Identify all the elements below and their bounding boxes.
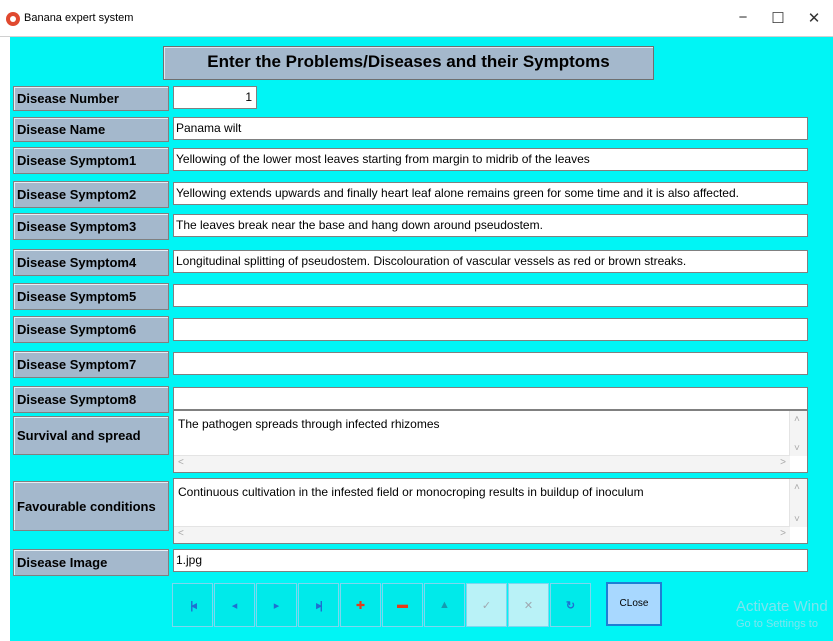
scroll-right-icon[interactable]: ˃ [780, 528, 786, 539]
scroll-down-icon[interactable]: ˅ [794, 514, 800, 525]
next-record-icon: ▸ [273, 599, 280, 612]
symptom2-field[interactable]: Yellowing extends upwards and finally he… [173, 182, 808, 205]
symptom3-field[interactable]: The leaves break near the base and hang … [173, 214, 808, 237]
favourable-vertical-scrollbar[interactable]: ˄ ˅ [789, 479, 807, 527]
activate-windows-subtext: Go to Settings to [736, 618, 818, 630]
app-icon [6, 12, 20, 26]
label-symptom1: Disease Symptom1 [13, 147, 169, 174]
scroll-left-icon[interactable]: ˂ [178, 457, 184, 468]
nav-edit-button[interactable]: ▲ [424, 583, 465, 627]
symptom8-field[interactable] [173, 387, 808, 410]
scroll-right-icon[interactable]: ˃ [780, 457, 786, 468]
activate-windows-watermark: Activate Wind [736, 598, 828, 615]
label-symptom7: Disease Symptom7 [13, 351, 169, 378]
label-symptom8: Disease Symptom8 [13, 386, 169, 413]
post-check-icon: ✓ [481, 599, 492, 612]
nav-cancel-button[interactable]: ✕ [508, 583, 549, 627]
survival-horizontal-scrollbar[interactable]: ˂ ˃ [174, 455, 790, 472]
symptom7-field[interactable] [173, 352, 808, 375]
label-symptom2: Disease Symptom2 [13, 181, 169, 208]
label-symptom5: Disease Symptom5 [13, 283, 169, 310]
db-navigator: |◂ ◂ ▸ ▸| ✚ ▬ ▲ ✓ ✕ ↻ [172, 583, 592, 627]
nav-last-button[interactable]: ▸| [298, 583, 339, 627]
nav-delete-button[interactable]: ▬ [382, 583, 423, 627]
symptom6-field[interactable] [173, 318, 808, 341]
close-button[interactable]: CLose [606, 582, 662, 626]
scroll-left-icon[interactable]: ˂ [178, 528, 184, 539]
label-symptom6: Disease Symptom6 [13, 316, 169, 343]
scroll-up-icon[interactable]: ˄ [794, 414, 800, 425]
prior-record-icon: ◂ [231, 599, 238, 612]
survival-spread-memo[interactable]: The pathogen spreads through infected rh… [173, 410, 808, 473]
favourable-horizontal-scrollbar[interactable]: ˂ ˃ [174, 526, 790, 543]
last-record-icon: ▸| [316, 599, 322, 612]
favourable-conditions-text: Continuous cultivation in the infested f… [178, 485, 644, 499]
refresh-icon: ↻ [565, 599, 576, 612]
minimize-button[interactable]: − [733, 9, 753, 26]
form-header: Enter the Problems/Diseases and their Sy… [163, 46, 654, 80]
nav-next-button[interactable]: ▸ [256, 583, 297, 627]
maximize-button[interactable]: ☐ [768, 9, 788, 27]
survival-spread-text: The pathogen spreads through infected rh… [178, 417, 440, 431]
first-record-icon: |◂ [190, 599, 196, 612]
window-title: Banana expert system [24, 12, 134, 24]
label-symptom4: Disease Symptom4 [13, 249, 169, 276]
label-symptom3: Disease Symptom3 [13, 213, 169, 240]
cancel-x-icon: ✕ [523, 599, 534, 612]
symptom1-field[interactable]: Yellowing of the lower most leaves start… [173, 148, 808, 171]
survival-vertical-scrollbar[interactable]: ˄ ˅ [789, 411, 807, 456]
insert-record-icon: ✚ [355, 599, 366, 612]
disease-image-field[interactable]: 1.jpg [173, 549, 808, 572]
label-favourable-conditions: Favourable conditions [13, 481, 169, 531]
edit-record-icon: ▲ [439, 599, 450, 611]
scroll-up-icon[interactable]: ˄ [794, 482, 800, 493]
window-titlebar: Banana expert system − ☐ ✕ [0, 0, 833, 37]
nav-prior-button[interactable]: ◂ [214, 583, 255, 627]
label-disease-name: Disease Name [13, 117, 169, 142]
symptom4-field[interactable]: Longitudinal splitting of pseudostem. Di… [173, 250, 808, 273]
label-survival-spread: Survival and spread [13, 416, 169, 455]
delete-record-icon: ▬ [397, 599, 408, 611]
disease-name-field[interactable]: Panama wilt [173, 117, 808, 140]
nav-post-button[interactable]: ✓ [466, 583, 507, 627]
nav-first-button[interactable]: |◂ [172, 583, 213, 627]
symptom5-field[interactable] [173, 284, 808, 307]
favourable-conditions-memo[interactable]: Continuous cultivation in the infested f… [173, 478, 808, 544]
scroll-down-icon[interactable]: ˅ [794, 443, 800, 454]
nav-refresh-button[interactable]: ↻ [550, 583, 591, 627]
close-window-button[interactable]: ✕ [804, 9, 824, 27]
nav-insert-button[interactable]: ✚ [340, 583, 381, 627]
window-left-border [0, 37, 10, 641]
disease-number-field[interactable]: 1 [173, 86, 257, 109]
label-disease-image: Disease Image [13, 549, 169, 576]
label-disease-number: Disease Number [13, 86, 169, 111]
